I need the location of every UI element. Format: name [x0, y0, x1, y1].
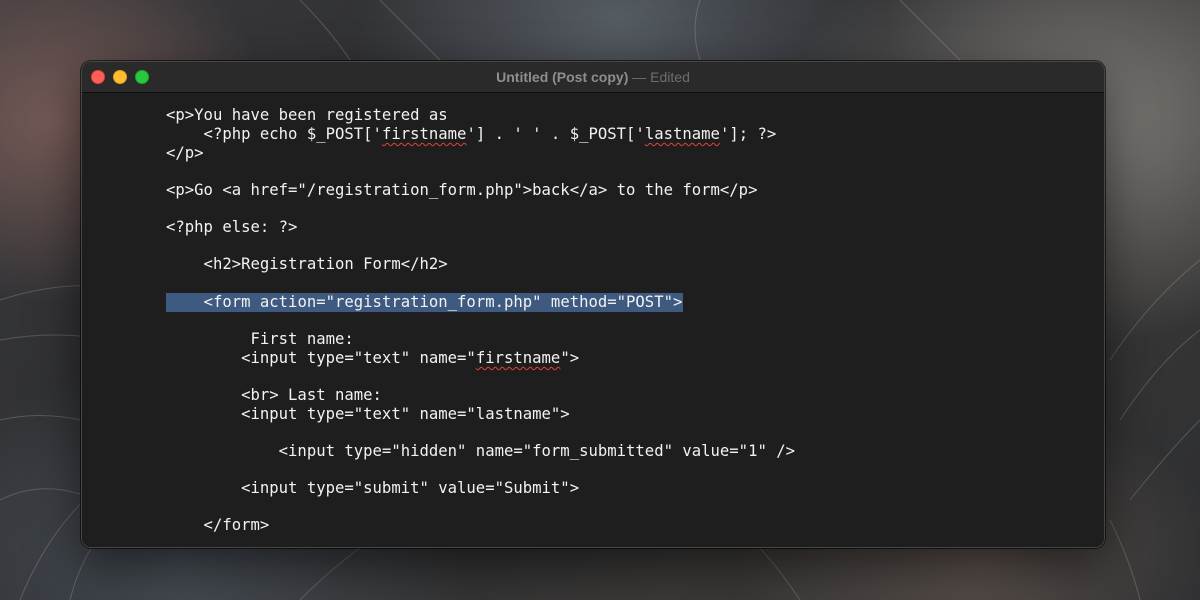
code-line-11: <input type="text" name="lastname"> [166, 405, 570, 423]
misspelled-word[interactable]: firstname [476, 349, 561, 367]
code-line-2: <?php echo $_POST['firstname'] . ' ' . $… [166, 125, 777, 144]
code-line-3: </p> [166, 144, 204, 162]
code-segment: "> [560, 349, 580, 367]
document-name: Untitled (Post copy) [496, 69, 629, 85]
code-line-10: <br> Last name: [166, 386, 382, 404]
code-segment: <input type="text" name=" [166, 349, 476, 367]
code-line-1: <p>You have been registered as [166, 106, 448, 124]
code-line-8: First name: [166, 330, 354, 348]
code-line-14: </form> [166, 516, 270, 534]
code-segment: ']; ?> [719, 125, 777, 143]
code-line-9: <input type="text" name="firstname"> [166, 349, 579, 368]
code-line-6: <h2>Registration Form</h2> [166, 255, 448, 273]
misspelled-word[interactable]: firstname [382, 125, 467, 143]
code-segment: <?php echo $_POST[' [166, 125, 382, 143]
edited-status: Edited [650, 69, 690, 85]
misspelled-word[interactable]: lastname [645, 125, 720, 143]
selection-indent [166, 293, 204, 311]
code-segment: '] . ' ' . $_POST[' [466, 125, 645, 143]
code-line-12: <input type="hidden" name="form_submitte… [166, 442, 796, 460]
text-area[interactable]: <p>You have been registered as <?php ech… [82, 93, 1104, 547]
code-line-4: <p>Go <a href="/registration_form.php">b… [166, 181, 758, 199]
code-line-13: <input type="submit" value="Submit"> [166, 479, 580, 497]
window-title: Untitled (Post copy) — Edited [82, 69, 1104, 85]
selected-code-line[interactable]: <form action="registration_form.php" met… [166, 293, 684, 312]
selected-text: <form action="registration_form.php" met… [203, 293, 683, 311]
text-editor-window[interactable]: Untitled (Post copy) — Edited <p>You hav… [81, 61, 1105, 548]
code-line-5: <?php else: ?> [166, 218, 298, 236]
title-bar[interactable]: Untitled (Post copy) — Edited [82, 62, 1104, 93]
title-separator: — [632, 69, 647, 85]
